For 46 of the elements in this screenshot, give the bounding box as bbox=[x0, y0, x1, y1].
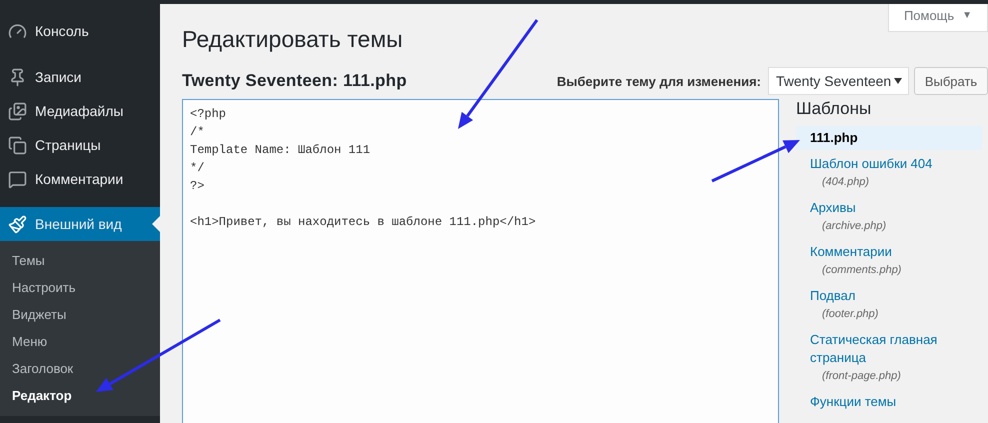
theme-select[interactable]: Twenty Seventeen bbox=[768, 67, 909, 95]
template-file: (archive.php) bbox=[821, 219, 886, 234]
caret-icon: ▼ bbox=[962, 10, 972, 21]
template-link[interactable]: Функции темы bbox=[810, 393, 896, 411]
menu-item[interactable]: Консоль bbox=[0, 14, 160, 48]
template-file: (footer.php) bbox=[821, 307, 878, 322]
code-line: <?php bbox=[190, 106, 228, 123]
submenu-item[interactable]: Темы bbox=[0, 247, 160, 274]
template-file: (front-page.php) bbox=[821, 369, 901, 384]
menu-icon bbox=[8, 68, 27, 86]
code-line: ?> bbox=[190, 178, 206, 195]
code-line: /* bbox=[190, 124, 206, 141]
submenu-item[interactable]: Настроить bbox=[0, 274, 160, 301]
submenu-item[interactable]: Меню bbox=[0, 328, 160, 355]
menu-icon bbox=[8, 22, 27, 40]
submenu-item[interactable]: Редактор bbox=[0, 382, 160, 409]
page-title: Редактировать темы bbox=[182, 26, 404, 54]
menu-item[interactable]: Внешний вид bbox=[0, 207, 160, 241]
submenu-item[interactable]: Виджеты bbox=[0, 301, 160, 328]
file-title: Twenty Seventeen: 111.php bbox=[182, 71, 407, 91]
template-link[interactable]: Комментарии bbox=[810, 243, 892, 261]
select-button[interactable]: Выбрать bbox=[914, 67, 988, 95]
menu-item[interactable]: Страницы bbox=[0, 128, 160, 162]
code-line: <h1>Привет, вы находитесь в шаблоне 111.php</h1> bbox=[190, 214, 537, 231]
menu-icon bbox=[8, 102, 27, 120]
theme-picker-label: Выберите тему для изменения: bbox=[556, 74, 761, 88]
template-file: (404.php) bbox=[821, 175, 870, 190]
template-link[interactable]: 111.php bbox=[810, 129, 858, 147]
menu-icon bbox=[8, 136, 27, 154]
menu-icon bbox=[8, 170, 27, 188]
template-link[interactable]: Архивы bbox=[810, 199, 856, 217]
template-link[interactable]: Подвал bbox=[810, 287, 856, 305]
help-button[interactable]: Помощь ▼ bbox=[888, 4, 988, 32]
template-link[interactable]: Статическая главная страница bbox=[810, 331, 982, 367]
menu-item[interactable]: Комментарии bbox=[0, 162, 160, 196]
menu-item[interactable]: Медиафайлы bbox=[0, 94, 160, 128]
caret-icon bbox=[894, 78, 902, 84]
menu-icon bbox=[8, 214, 27, 234]
template-link[interactable]: Шаблон ошибки 404 bbox=[810, 155, 932, 173]
code-line: */ bbox=[190, 160, 206, 177]
menu-item[interactable]: Записи bbox=[0, 60, 160, 94]
code-editor[interactable]: <?php /* Template Name: Шаблон 111 */ ?> <h1>Привет, вы находитесь в шаблоне 111.php</h1> bbox=[182, 99, 779, 423]
template-file: (comments.php) bbox=[821, 263, 902, 278]
templates-heading: Шаблоны bbox=[796, 99, 872, 120]
submenu-item[interactable]: Заголовок bbox=[0, 355, 160, 382]
code-line: Template Name: Шаблон 111 bbox=[190, 142, 372, 159]
